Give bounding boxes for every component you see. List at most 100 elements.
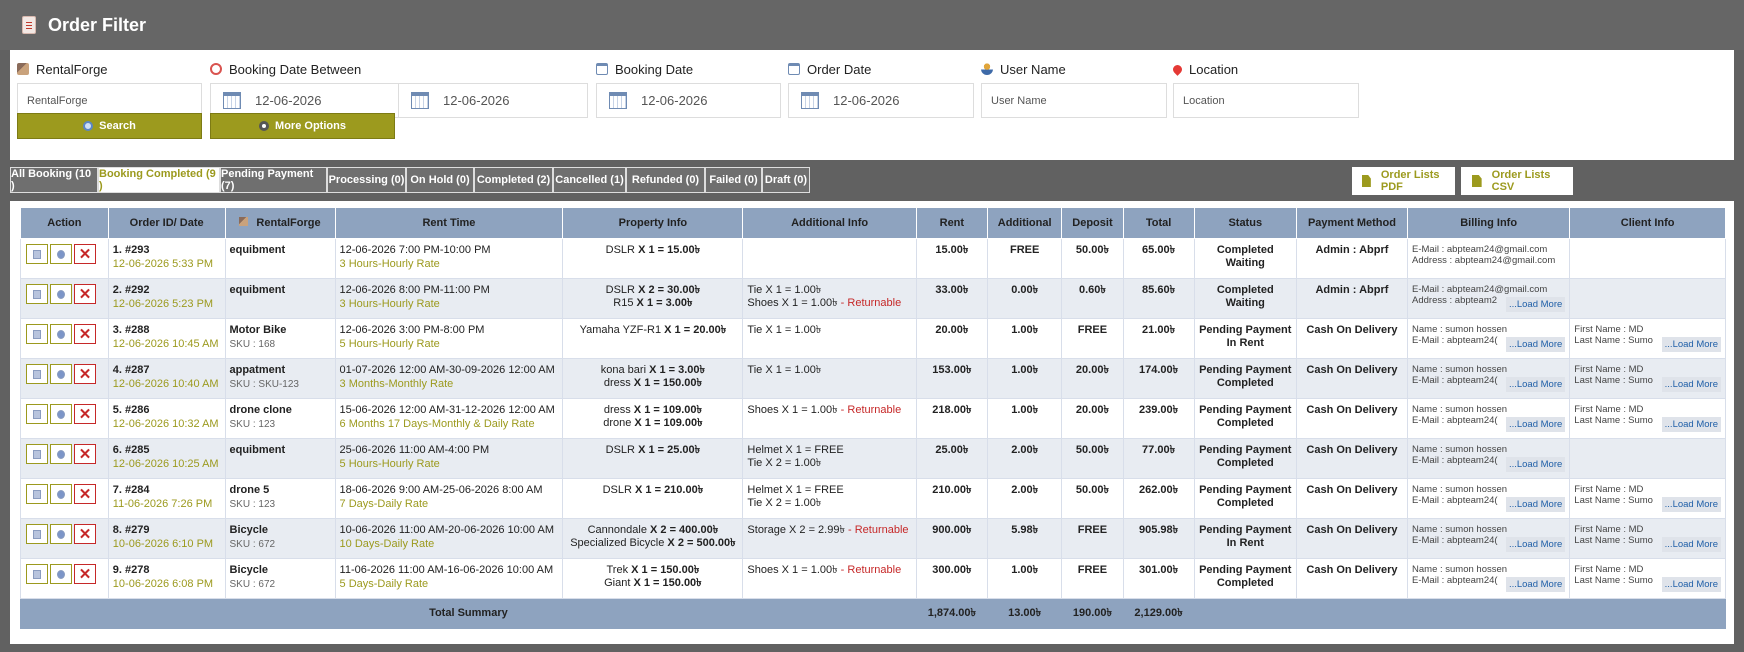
status-tabs: All Booking (10 ) Booking Completed (9 )… [10, 167, 1734, 195]
tab-processing[interactable]: Processing (0) [327, 167, 406, 193]
product-name[interactable]: drone 5 [230, 484, 331, 497]
tab-pending-payment[interactable]: Pending Payment (7) [220, 167, 327, 193]
billing-load-more-link[interactable]: ...Load More [1505, 297, 1566, 312]
property-qty-price: X 1 = 150.00৳ [633, 377, 702, 389]
delete-button[interactable]: ✕ [74, 284, 96, 304]
location-input[interactable]: Location [1173, 83, 1359, 118]
view-button[interactable] [26, 524, 48, 544]
summary-additional: 13.00৳ [986, 598, 1063, 629]
user-name-input[interactable]: User Name [981, 83, 1167, 118]
view-button[interactable] [26, 324, 48, 344]
view-button[interactable] [26, 284, 48, 304]
order-id[interactable]: 3. #288 [113, 324, 221, 337]
col-header-deposit[interactable]: Deposit [1061, 207, 1124, 239]
col-header-status[interactable]: Status [1193, 207, 1297, 239]
col-header-client[interactable]: Client Info [1569, 207, 1726, 239]
billing-load-more-link[interactable]: ...Load More [1505, 577, 1566, 592]
search-button[interactable]: Search [17, 113, 202, 139]
delete-button[interactable]: ✕ [74, 564, 96, 584]
product-name[interactable]: equibment [230, 444, 331, 457]
client-load-more-link[interactable]: ...Load More [1661, 337, 1721, 352]
order-id[interactable]: 4. #287 [113, 364, 221, 377]
delete-button[interactable]: ✕ [74, 244, 96, 264]
property-qty-price: X 1 = 3.00৳ [636, 297, 693, 309]
booking-date-label: Booking Date [615, 61, 694, 77]
product-name[interactable]: Bicycle [230, 564, 331, 577]
view-button[interactable] [26, 404, 48, 424]
edit-button[interactable] [50, 324, 72, 344]
col-header-rent-time[interactable]: Rent Time [334, 207, 564, 239]
order-id[interactable]: 7. #284 [113, 484, 221, 497]
delete-button[interactable]: ✕ [74, 324, 96, 344]
tab-all-booking[interactable]: All Booking (10 ) [10, 167, 98, 193]
delete-button[interactable]: ✕ [74, 444, 96, 464]
delete-button[interactable]: ✕ [74, 524, 96, 544]
col-header-total[interactable]: Total [1122, 207, 1195, 239]
product-name[interactable]: appatment [230, 364, 331, 377]
product-name[interactable]: drone clone [230, 404, 331, 417]
client-load-more-link[interactable]: ...Load More [1661, 497, 1721, 512]
view-button[interactable] [26, 444, 48, 464]
product-name[interactable]: equibment [230, 284, 331, 297]
view-button[interactable] [26, 364, 48, 384]
client-load-more-link[interactable]: ...Load More [1661, 537, 1721, 552]
col-header-order[interactable]: Order ID/ Date [107, 207, 226, 239]
col-header-additional[interactable]: Additional [986, 207, 1063, 239]
tab-failed[interactable]: Failed (0) [705, 167, 762, 193]
col-header-rentalforge[interactable]: RentalForge [224, 207, 336, 239]
billing-load-more-link[interactable]: ...Load More [1505, 457, 1566, 472]
booking-to-input[interactable]: 12-06-2026 [399, 83, 588, 118]
client-load-more-link[interactable]: ...Load More [1661, 417, 1721, 432]
order-id[interactable]: 1. #293 [113, 244, 221, 257]
rent-time: 10-06-2026 11:00 AM-20-06-2026 10:00 AM [339, 524, 554, 536]
view-button[interactable] [26, 564, 48, 584]
order-id[interactable]: 8. #279 [113, 524, 221, 537]
product-name[interactable]: Bicycle [230, 524, 331, 537]
billing-load-more-link[interactable]: ...Load More [1505, 377, 1566, 392]
export-pdf-button[interactable]: Order Lists PDF [1352, 167, 1455, 195]
col-header-property[interactable]: Property Info [562, 207, 744, 239]
edit-button[interactable] [50, 564, 72, 584]
tab-draft[interactable]: Draft (0) [762, 167, 810, 193]
edit-button[interactable] [50, 524, 72, 544]
rent-time-cell: 01-07-2026 12:00 AM-30-09-2026 12:00 AM 3… [334, 358, 564, 399]
order-id[interactable]: 2. #292 [113, 284, 221, 297]
col-header-billing[interactable]: Billing Info [1407, 207, 1571, 239]
tab-refunded[interactable]: Refunded (0) [626, 167, 705, 193]
edit-button[interactable] [50, 444, 72, 464]
delete-button[interactable]: ✕ [74, 364, 96, 384]
product-name[interactable]: Motor Bike [230, 324, 331, 337]
edit-button[interactable] [50, 404, 72, 424]
tab-cancelled[interactable]: Cancelled (1) [553, 167, 626, 193]
view-button[interactable] [26, 244, 48, 264]
billing-load-more-link[interactable]: ...Load More [1505, 497, 1566, 512]
client-load-more-link[interactable]: ...Load More [1661, 577, 1721, 592]
order-id[interactable]: 9. #278 [113, 564, 221, 577]
order-id[interactable]: 6. #285 [113, 444, 221, 457]
col-header-action[interactable]: Action [20, 207, 109, 239]
edit-button[interactable] [50, 244, 72, 264]
client-load-more-link[interactable]: ...Load More [1661, 377, 1721, 392]
col-header-additional-info[interactable]: Additional Info [742, 207, 917, 239]
edit-button[interactable] [50, 284, 72, 304]
order-date-input[interactable]: 12-06-2026 [788, 83, 974, 118]
more-options-button[interactable]: More Options [210, 113, 395, 139]
billing-load-more-link[interactable]: ...Load More [1505, 537, 1566, 552]
billing-load-more-link[interactable]: ...Load More [1505, 417, 1566, 432]
tab-completed[interactable]: Completed (2) [474, 167, 553, 193]
delete-button[interactable]: ✕ [74, 404, 96, 424]
col-header-payment[interactable]: Payment Method [1295, 207, 1409, 239]
additional-item: Helmet X 1 = FREE [747, 484, 844, 496]
billing-load-more-link[interactable]: ...Load More [1505, 337, 1566, 352]
tab-on-hold[interactable]: On Hold (0) [406, 167, 474, 193]
edit-button[interactable] [50, 484, 72, 504]
product-name[interactable]: equibment [230, 244, 331, 257]
booking-date-input[interactable]: 12-06-2026 [596, 83, 781, 118]
view-button[interactable] [26, 484, 48, 504]
order-id[interactable]: 5. #286 [113, 404, 221, 417]
delete-button[interactable]: ✕ [74, 484, 96, 504]
edit-button[interactable] [50, 364, 72, 384]
col-header-rent[interactable]: Rent [915, 207, 988, 239]
tab-booking-completed[interactable]: Booking Completed (9 ) [98, 167, 220, 193]
export-csv-button[interactable]: Order Lists CSV [1461, 167, 1573, 195]
